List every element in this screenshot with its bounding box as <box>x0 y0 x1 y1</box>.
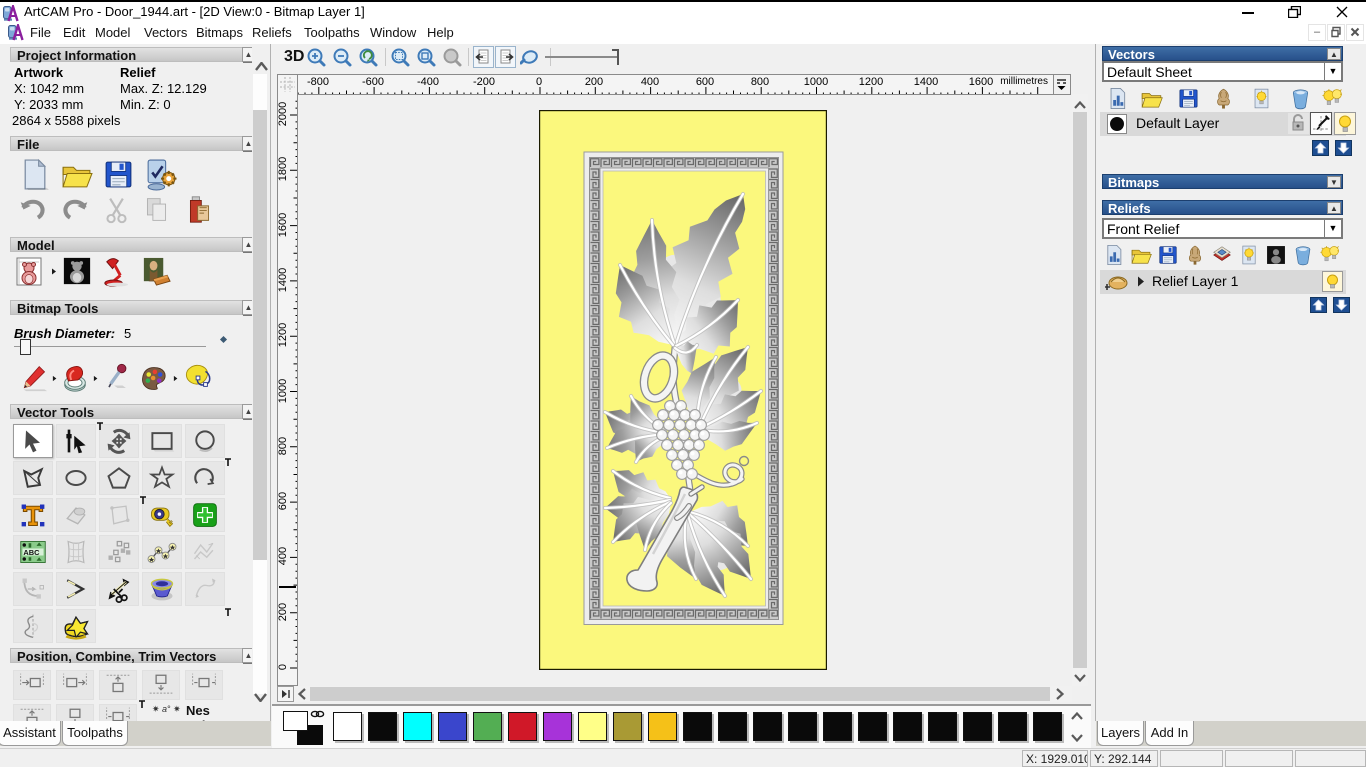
svg-text:ABC: ABC <box>23 548 40 557</box>
